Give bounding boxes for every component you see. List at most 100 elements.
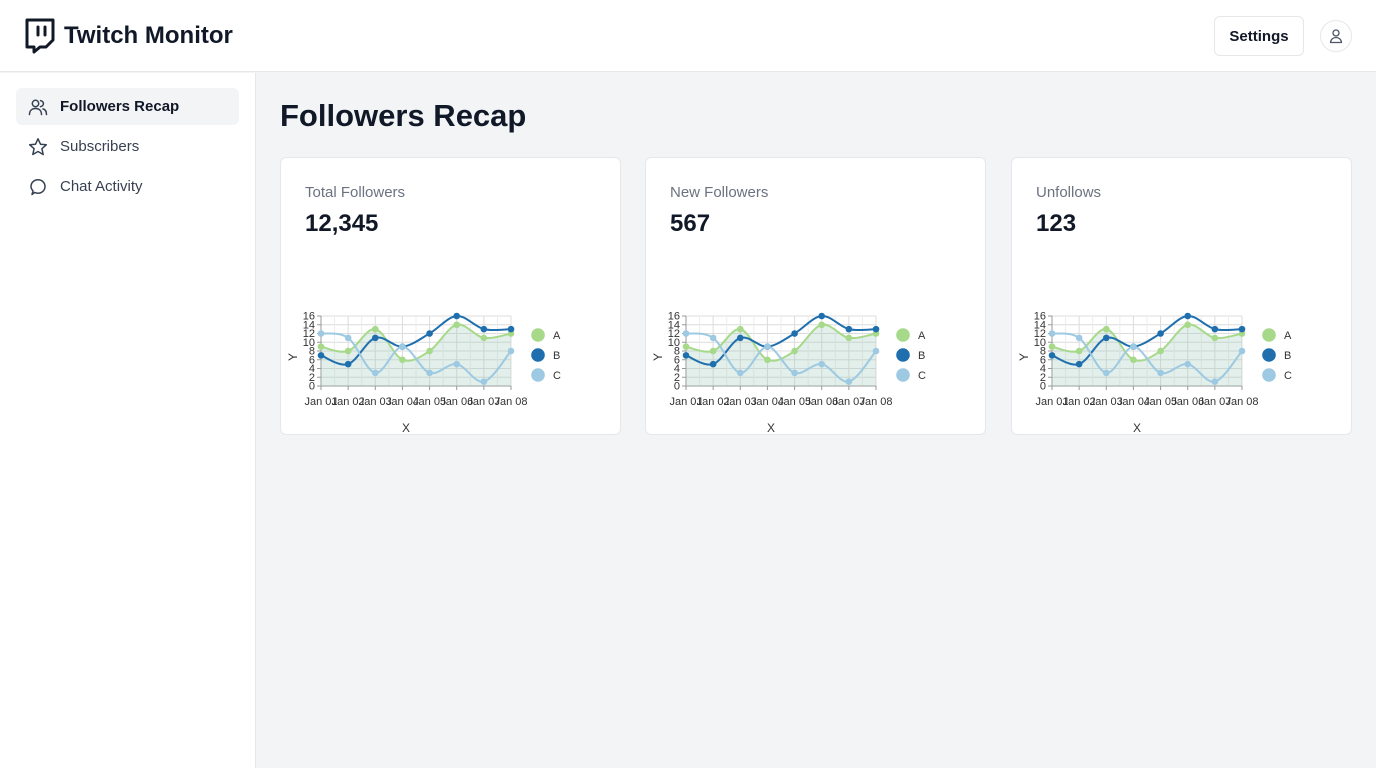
data-point-A bbox=[1130, 356, 1137, 364]
data-point-A bbox=[453, 321, 461, 329]
sidebar-item-label: Subscribers bbox=[60, 138, 140, 155]
followers-line-chart: 0246810121416Jan 01Jan 02Jan 03Jan 04Jan… bbox=[651, 311, 926, 436]
data-point-B bbox=[1184, 312, 1192, 320]
data-point-C bbox=[1211, 378, 1219, 385]
y-axis-label: Y bbox=[651, 353, 665, 361]
legend-swatch-B bbox=[1262, 348, 1276, 362]
legend-label-A: A bbox=[1284, 330, 1292, 342]
card-label: Unfollows bbox=[1036, 184, 1102, 201]
chat-bubble-icon bbox=[30, 178, 46, 195]
data-point-B bbox=[1238, 325, 1246, 333]
data-point-B bbox=[1075, 360, 1083, 368]
data-point-C bbox=[371, 369, 379, 377]
data-point-B bbox=[426, 330, 433, 337]
legend-swatch-B bbox=[531, 348, 545, 362]
legend-swatch-A bbox=[1262, 328, 1276, 342]
card-label: New Followers bbox=[670, 184, 769, 201]
data-point-A bbox=[1184, 321, 1192, 329]
legend-label-C: C bbox=[553, 370, 561, 382]
card-value: 123 bbox=[1036, 210, 1077, 237]
data-point-C bbox=[682, 330, 690, 337]
y-tick-label: 16 bbox=[303, 311, 315, 323]
data-point-A bbox=[371, 325, 379, 333]
data-point-B bbox=[317, 352, 325, 359]
legend-label-B: B bbox=[918, 350, 925, 362]
data-point-A bbox=[682, 343, 690, 350]
sidebar-item-followers-recap[interactable]: Followers Recap bbox=[16, 88, 239, 125]
legend-label-B: B bbox=[1284, 350, 1291, 362]
y-tick-label: 16 bbox=[1034, 311, 1046, 323]
data-point-B bbox=[872, 325, 880, 333]
users-icon bbox=[28, 99, 48, 115]
data-point-A bbox=[845, 334, 853, 342]
data-point-B bbox=[791, 330, 798, 337]
settings-button[interactable]: Settings bbox=[1214, 16, 1304, 56]
data-point-A bbox=[1048, 343, 1056, 350]
x-axis-label: X bbox=[402, 421, 410, 435]
star-icon bbox=[28, 137, 48, 155]
data-point-C bbox=[1075, 334, 1083, 342]
user-avatar-button[interactable] bbox=[1320, 20, 1352, 52]
data-point-C bbox=[818, 360, 826, 368]
data-point-A bbox=[1211, 334, 1219, 342]
data-point-C bbox=[1102, 369, 1110, 377]
data-point-A bbox=[399, 356, 406, 364]
data-point-B bbox=[1102, 334, 1110, 342]
legend-swatch-A bbox=[531, 328, 545, 342]
data-point-C bbox=[426, 369, 433, 377]
data-point-A bbox=[344, 347, 352, 355]
data-point-C bbox=[845, 378, 853, 385]
x-tick-label: Jan 08 bbox=[859, 396, 892, 408]
sidebar-item-subscribers[interactable]: Subscribers bbox=[16, 128, 239, 165]
unfollows-card: Unfollows 123 0 2 4 6 8 10 12 14 16 Jan 01 Jan 02 J… bbox=[1011, 157, 1352, 435]
data-point-C bbox=[709, 334, 717, 342]
legend-swatch-C bbox=[896, 368, 910, 382]
data-point-A bbox=[317, 343, 325, 350]
data-point-C bbox=[1130, 343, 1137, 350]
followers-line-chart: 0246810121416Jan 01Jan 02Jan 03Jan 04Jan… bbox=[286, 311, 561, 436]
data-point-C bbox=[344, 334, 352, 342]
data-point-C bbox=[317, 330, 325, 337]
data-point-C bbox=[872, 347, 880, 355]
twitch-logo-icon bbox=[25, 18, 55, 54]
data-point-B bbox=[682, 352, 690, 359]
sidebar-item-chat-activity[interactable]: Chat Activity bbox=[16, 168, 239, 205]
data-point-A bbox=[764, 356, 771, 364]
app-title: Twitch Monitor bbox=[64, 22, 233, 49]
data-point-B bbox=[480, 325, 488, 333]
data-point-A bbox=[791, 347, 798, 355]
data-point-A bbox=[426, 347, 433, 355]
data-point-C bbox=[736, 369, 744, 377]
legend-label-A: A bbox=[918, 330, 926, 342]
data-point-B bbox=[1211, 325, 1219, 333]
data-point-C bbox=[480, 378, 488, 385]
data-point-A bbox=[709, 347, 717, 355]
data-point-B bbox=[344, 360, 352, 368]
legend-label-B: B bbox=[553, 350, 560, 362]
data-point-B bbox=[845, 325, 853, 333]
data-point-B bbox=[1048, 352, 1056, 359]
legend-swatch-B bbox=[896, 348, 910, 362]
legend-label-C: C bbox=[1284, 370, 1292, 382]
page-title: Followers Recap bbox=[280, 98, 527, 133]
data-point-C bbox=[1048, 330, 1056, 337]
data-point-C bbox=[764, 343, 771, 350]
data-point-C bbox=[1184, 360, 1192, 368]
card-value: 12,345 bbox=[305, 210, 379, 237]
data-point-C bbox=[507, 347, 515, 355]
x-axis-label: X bbox=[767, 421, 775, 435]
data-point-A bbox=[736, 325, 744, 333]
user-icon bbox=[1329, 29, 1343, 44]
x-tick-label: Jan 08 bbox=[1225, 396, 1258, 408]
data-point-A bbox=[1075, 347, 1083, 355]
total-followers-card: Total Followers 12,345 0 2 4 6 8 10 12 14 16 Jan … bbox=[280, 157, 621, 435]
sidebar: Followers Recap Subscribers Chat Activit… bbox=[0, 73, 256, 768]
card-label: Total Followers bbox=[305, 184, 406, 201]
card-value: 567 bbox=[670, 210, 711, 237]
data-point-B bbox=[507, 325, 515, 333]
legend-swatch-C bbox=[531, 368, 545, 382]
new-followers-card: New Followers 567 0 2 4 6 8 10 12 14 16 Jan 01 Jan… bbox=[645, 157, 986, 435]
followers-line-chart: 0246810121416Jan 01Jan 02Jan 03Jan 04Jan… bbox=[1017, 311, 1292, 436]
data-point-C bbox=[453, 360, 461, 368]
data-point-C bbox=[791, 369, 798, 377]
